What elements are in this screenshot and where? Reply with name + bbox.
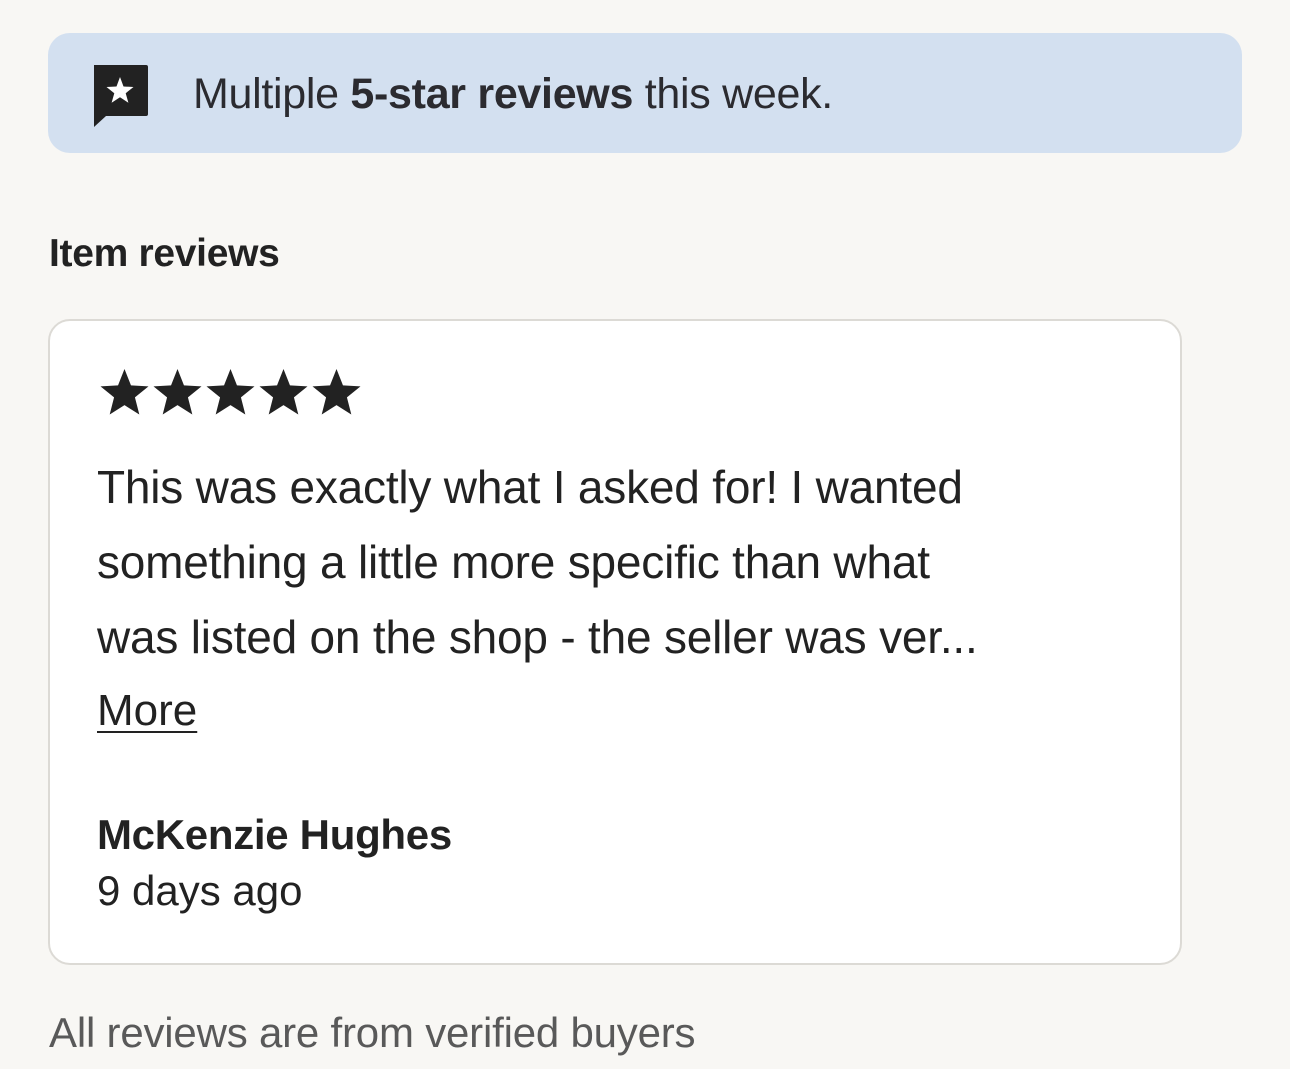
star-rating <box>99 368 362 416</box>
banner-text: Multiple 5-star reviews this week. <box>193 68 833 120</box>
star-icon <box>206 369 255 415</box>
star-icon <box>259 369 308 415</box>
banner-text-start: Multiple <box>193 70 351 118</box>
review-text-line: This was exactly what I asked for! I wan… <box>97 461 963 513</box>
star-icon <box>100 369 149 415</box>
review-text-line: was listed on the shop - the seller was … <box>97 611 978 663</box>
star-icon <box>312 369 361 415</box>
more-link[interactable]: More <box>97 685 197 737</box>
reviewer-name: McKenzie Hughes <box>97 811 452 858</box>
review-date: 9 days ago <box>97 867 303 914</box>
review-text-line: something a little more specific than wh… <box>97 536 930 588</box>
banner-text-end: this week. <box>633 70 834 118</box>
speech-bubble-star-icon <box>94 65 148 127</box>
verified-buyers-note: All reviews are from verified buyers <box>49 1009 696 1056</box>
banner-text-highlight: 5-star reviews <box>350 70 634 118</box>
section-title: Item reviews <box>49 232 280 275</box>
star-icon <box>153 369 202 415</box>
review-text: This was exactly what I asked for! I wan… <box>97 450 1097 675</box>
